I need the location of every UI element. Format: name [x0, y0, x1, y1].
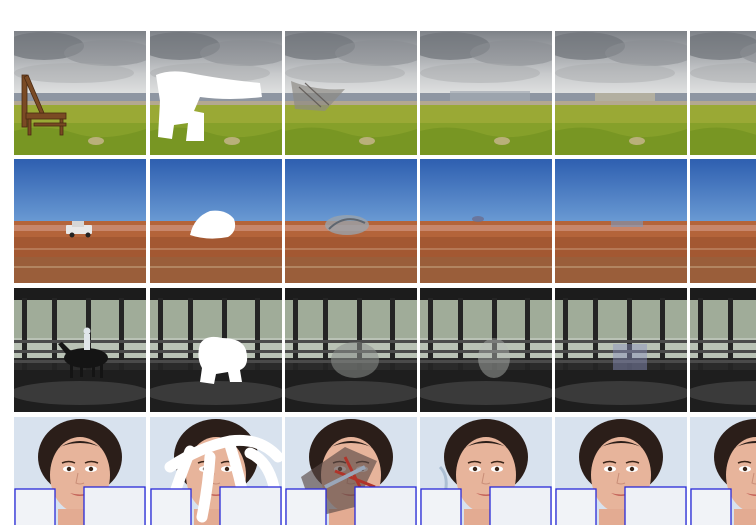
grid-cell-desert-road-method-b [420, 159, 552, 283]
photo-field-bench-method-c [555, 31, 687, 155]
grid-cell-face-portrait-method-d [690, 417, 756, 525]
grid-cell-desert-road-method-a [285, 159, 417, 283]
grid-cell-barn-arena-method-d [690, 288, 756, 412]
grid-cell-face-portrait-method-c [555, 417, 687, 525]
grid-cell-desert-road-method-c [555, 159, 687, 283]
photo-field-bench-method-b [420, 31, 552, 155]
grid-cell-desert-road-masked [150, 159, 282, 283]
grid-cell-face-portrait-method-b [420, 417, 552, 525]
photo-face-portrait-masked [150, 417, 282, 525]
grid-cell-barn-arena-method-b [420, 288, 552, 412]
grid-cell-barn-arena-method-a [285, 288, 417, 412]
photo-face-portrait-method-b [420, 417, 552, 525]
grid-cell-desert-road-input [14, 159, 146, 283]
photo-desert-road-method-b [420, 159, 552, 283]
photo-desert-road-method-d [690, 159, 756, 283]
photo-field-bench-input [14, 31, 146, 155]
grid-cell-face-portrait-masked [150, 417, 282, 525]
grid-cell-barn-arena-input [14, 288, 146, 412]
grid-cell-field-bench-method-b [420, 31, 552, 155]
grid-cell-field-bench-input [14, 31, 146, 155]
grid-cell-barn-arena-method-c [555, 288, 687, 412]
grid-cell-field-bench-method-c [555, 31, 687, 155]
photo-barn-arena-method-c [555, 288, 687, 412]
photo-face-portrait-method-a [285, 417, 417, 525]
photo-barn-arena-method-b [420, 288, 552, 412]
photo-face-portrait-method-d [690, 417, 756, 525]
photo-face-portrait-method-c [555, 417, 687, 525]
photo-barn-arena-input [14, 288, 146, 412]
photo-desert-road-method-c [555, 159, 687, 283]
photo-field-bench-masked [150, 31, 282, 155]
photo-desert-road-method-a [285, 159, 417, 283]
inpainting-comparison-grid [0, 0, 756, 525]
photo-barn-arena-method-d [690, 288, 756, 412]
photo-field-bench-method-a [285, 31, 417, 155]
grid-cell-face-portrait-method-a [285, 417, 417, 525]
grid-cell-barn-arena-masked [150, 288, 282, 412]
photo-barn-arena-method-a [285, 288, 417, 412]
photo-face-portrait-input [14, 417, 146, 525]
photo-desert-road-input [14, 159, 146, 283]
grid-cell-field-bench-masked [150, 31, 282, 155]
grid-cell-face-portrait-input [14, 417, 146, 525]
grid-cell-field-bench-method-d [690, 31, 756, 155]
photo-barn-arena-masked [150, 288, 282, 412]
photo-field-bench-method-d [690, 31, 756, 155]
grid-cell-desert-road-method-d [690, 159, 756, 283]
grid-cell-field-bench-method-a [285, 31, 417, 155]
photo-desert-road-masked [150, 159, 282, 283]
